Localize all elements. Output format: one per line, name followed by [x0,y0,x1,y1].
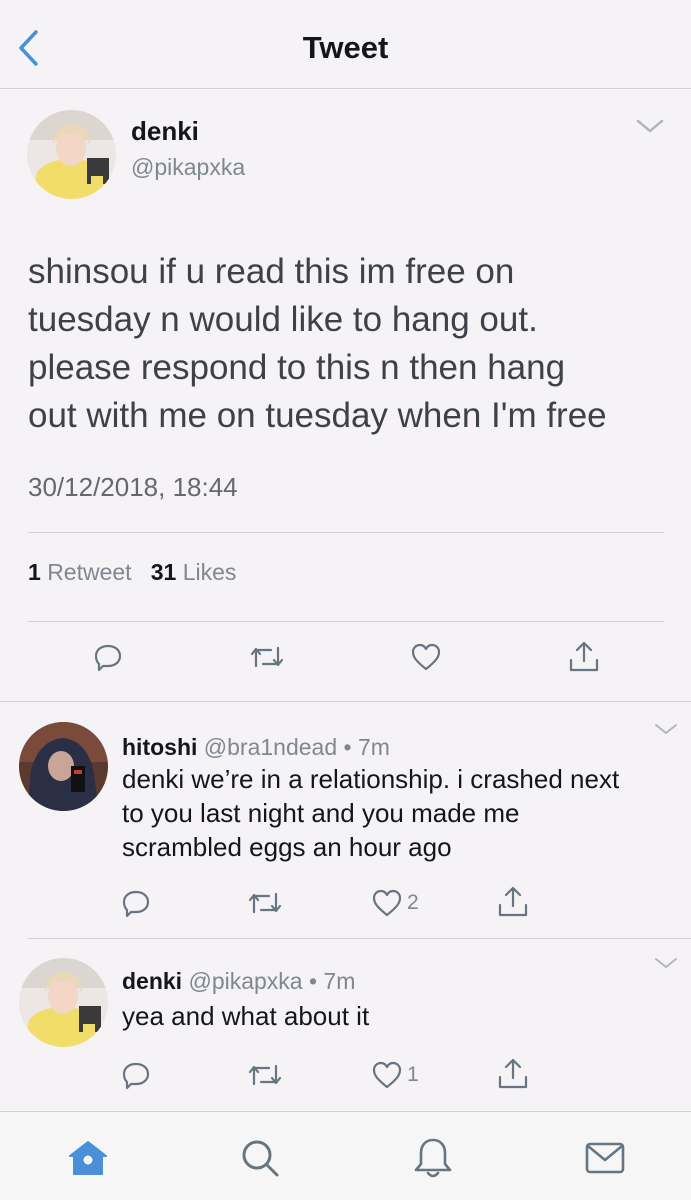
divider [28,621,664,622]
tweet-text-line: out with me on tuesday when I'm free [28,396,607,435]
avatar[interactable] [19,722,108,811]
reply-menu-button[interactable] [653,721,679,737]
reply-header: denki @pikapxka • 7m [122,968,355,995]
divider [28,938,691,939]
share-icon [498,1058,528,1089]
avatar[interactable] [19,958,108,1047]
messages-icon [585,1142,625,1174]
tab-home[interactable] [66,1136,110,1180]
retweet-icon [250,646,284,668]
reply-text-line: yea and what about it [122,1001,370,1031]
author-handle[interactable]: @pikapxka [131,154,245,181]
reply-author-name[interactable]: hitoshi [122,734,197,760]
retweet-icon [248,892,282,914]
chevron-down-icon [655,958,677,968]
author-name[interactable]: denki [131,116,199,147]
tweet-stats: 1 Retweet 31 Likes [28,559,236,586]
reply-time: • 7m [343,734,390,760]
share-button[interactable] [496,885,530,919]
reply-button[interactable] [121,888,151,918]
tweet-text: shinsou if u read this im free on tuesda… [28,248,678,440]
reply-author-name[interactable]: denki [122,968,182,994]
reply-icon [122,1062,150,1090]
share-icon [498,886,528,917]
retweet-button[interactable] [247,1060,283,1090]
tweet-text-line: shinsou if u read this im free on [28,252,515,291]
reply-time: • 7m [308,968,356,994]
reply-button[interactable] [93,642,123,672]
reply-text-line: scrambled eggs an hour ago [122,832,452,862]
chevron-down-icon [636,119,664,133]
reply-author-handle[interactable]: @bra1ndead [204,734,337,760]
likes-stat[interactable]: 31 Likes [151,559,237,585]
tab-bar [0,1111,691,1200]
reply-text: yea and what about it [122,999,672,1033]
tweet-timestamp: 30/12/2018, 18:44 [28,472,238,502]
like-label: Likes [182,559,237,585]
reply-icon [122,890,150,918]
home-icon [69,1141,107,1175]
reply-text: denki we’re in a relationship. i crashed… [122,762,672,864]
like-button[interactable] [410,642,442,672]
reply-button[interactable] [121,1060,151,1090]
like-count: 1 [407,1063,419,1086]
share-icon [569,641,599,672]
notifications-icon [414,1138,452,1178]
tweet-text-line: please respond to this n then hang [28,348,566,387]
reply-icon [94,644,122,672]
retweet-label: Retweet [47,559,132,585]
tweet-menu-button[interactable] [635,116,665,136]
reply-menu-button[interactable] [653,955,679,971]
avatar[interactable] [27,110,116,199]
like-count: 31 [150,559,177,585]
page-title: Tweet [302,30,389,65]
like-button[interactable] [371,888,403,918]
like-button[interactable] [371,1060,403,1090]
reply-text-line: to you last night and you made me [122,798,520,828]
retweet-button[interactable] [249,642,285,672]
search-icon [242,1140,279,1177]
divider [28,532,664,533]
tab-search[interactable] [238,1136,282,1180]
share-button[interactable] [496,1057,530,1091]
retweet-count: 1 [28,559,41,585]
retweet-icon [248,1064,282,1086]
chevron-down-icon [655,724,677,734]
reply-tweet[interactable]: denki @pikapxka • 7m yea and what about … [0,940,691,1110]
reply-header: hitoshi @bra1ndead • 7m [122,734,390,761]
retweets-stat[interactable]: 1 Retweet [28,559,132,585]
reply-author-handle[interactable]: @pikapxka [188,968,302,994]
main-tweet: denki @pikapxka shinsou if u read this i… [0,90,691,702]
heart-icon [411,643,441,671]
tweet-text-line: tuesday n would like to hang out. [28,300,538,339]
reply-tweet[interactable]: hitoshi @bra1ndead • 7m denki we’re in a… [0,703,691,939]
retweet-button[interactable] [247,888,283,918]
tweet-actions [0,640,691,680]
like-count: 2 [407,891,419,914]
tab-notifications[interactable] [411,1136,455,1180]
heart-icon [372,889,402,917]
share-button[interactable] [567,640,601,674]
nav-bar: Tweet [0,0,691,89]
reply-text-line: denki we’re in a relationship. i crashed… [122,764,620,794]
heart-icon [372,1061,402,1089]
tab-messages[interactable] [583,1136,627,1180]
